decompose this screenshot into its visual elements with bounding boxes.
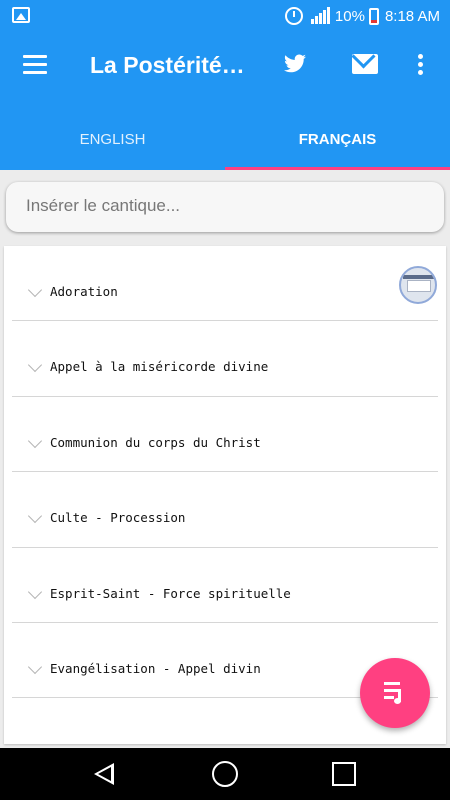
menu-icon[interactable] <box>23 55 47 75</box>
queue-music-icon <box>384 682 408 704</box>
alarm-icon <box>284 7 303 25</box>
search-input[interactable] <box>26 196 426 216</box>
list-item-label: Adoration <box>50 284 118 299</box>
battery-icon <box>368 7 379 25</box>
chevron-down-icon <box>27 659 43 675</box>
playlist-fab-button[interactable] <box>360 658 430 728</box>
floating-thumbnail[interactable] <box>399 266 437 304</box>
chevron-down-icon <box>27 433 43 448</box>
list-item-adoration[interactable]: Adoration <box>12 246 438 322</box>
signal-icon <box>310 7 331 24</box>
list-item-culte-procession[interactable]: Culte - Procession <box>12 472 438 548</box>
chevron-down-icon <box>27 358 43 373</box>
status-icons: 10% 8:18 AM <box>284 6 440 26</box>
chevron-down-icon <box>27 509 43 524</box>
tab-indicator <box>225 167 450 170</box>
twitter-icon[interactable] <box>282 52 308 76</box>
system-nav-bar <box>0 748 450 800</box>
tab-english[interactable]: ENGLISH <box>0 100 225 170</box>
language-tabs: ENGLISH FRANÇAIS <box>0 100 450 170</box>
list-item-communion[interactable]: Communion du corps du Christ <box>12 397 438 473</box>
list-item-label: Appel à la miséricorde divine <box>50 359 269 375</box>
chevron-down-icon <box>27 584 43 599</box>
status-bar: 10% 8:18 AM <box>0 0 450 32</box>
list-item-label: Evangélisation - Appel divin <box>50 660 261 676</box>
more-options-icon[interactable] <box>418 54 424 78</box>
search-box <box>6 182 444 232</box>
list-item-esprit-saint[interactable]: Esprit-Saint - Force spirituelle <box>12 548 438 623</box>
chevron-down-icon <box>27 282 43 298</box>
back-icon[interactable] <box>94 763 114 785</box>
mail-icon[interactable] <box>352 54 378 74</box>
app-title: La Postérité… <box>90 52 245 78</box>
recents-icon[interactable] <box>332 762 356 786</box>
list-item-label: Communion du corps du Christ <box>50 434 261 450</box>
list-item-label: Culte - Procession <box>50 510 186 526</box>
home-icon[interactable] <box>212 761 238 787</box>
list-item-label: Esprit-Saint - Force spirituelle <box>50 585 291 601</box>
app-bar: La Postérité… <box>0 32 450 100</box>
status-time: 8:18 AM <box>384 7 440 25</box>
tab-francais[interactable]: FRANÇAIS <box>225 100 450 170</box>
picture-icon <box>12 7 30 23</box>
battery-percent: 10% <box>334 7 365 25</box>
list-item-appel-misericorde[interactable]: Appel à la miséricorde divine <box>12 321 438 397</box>
